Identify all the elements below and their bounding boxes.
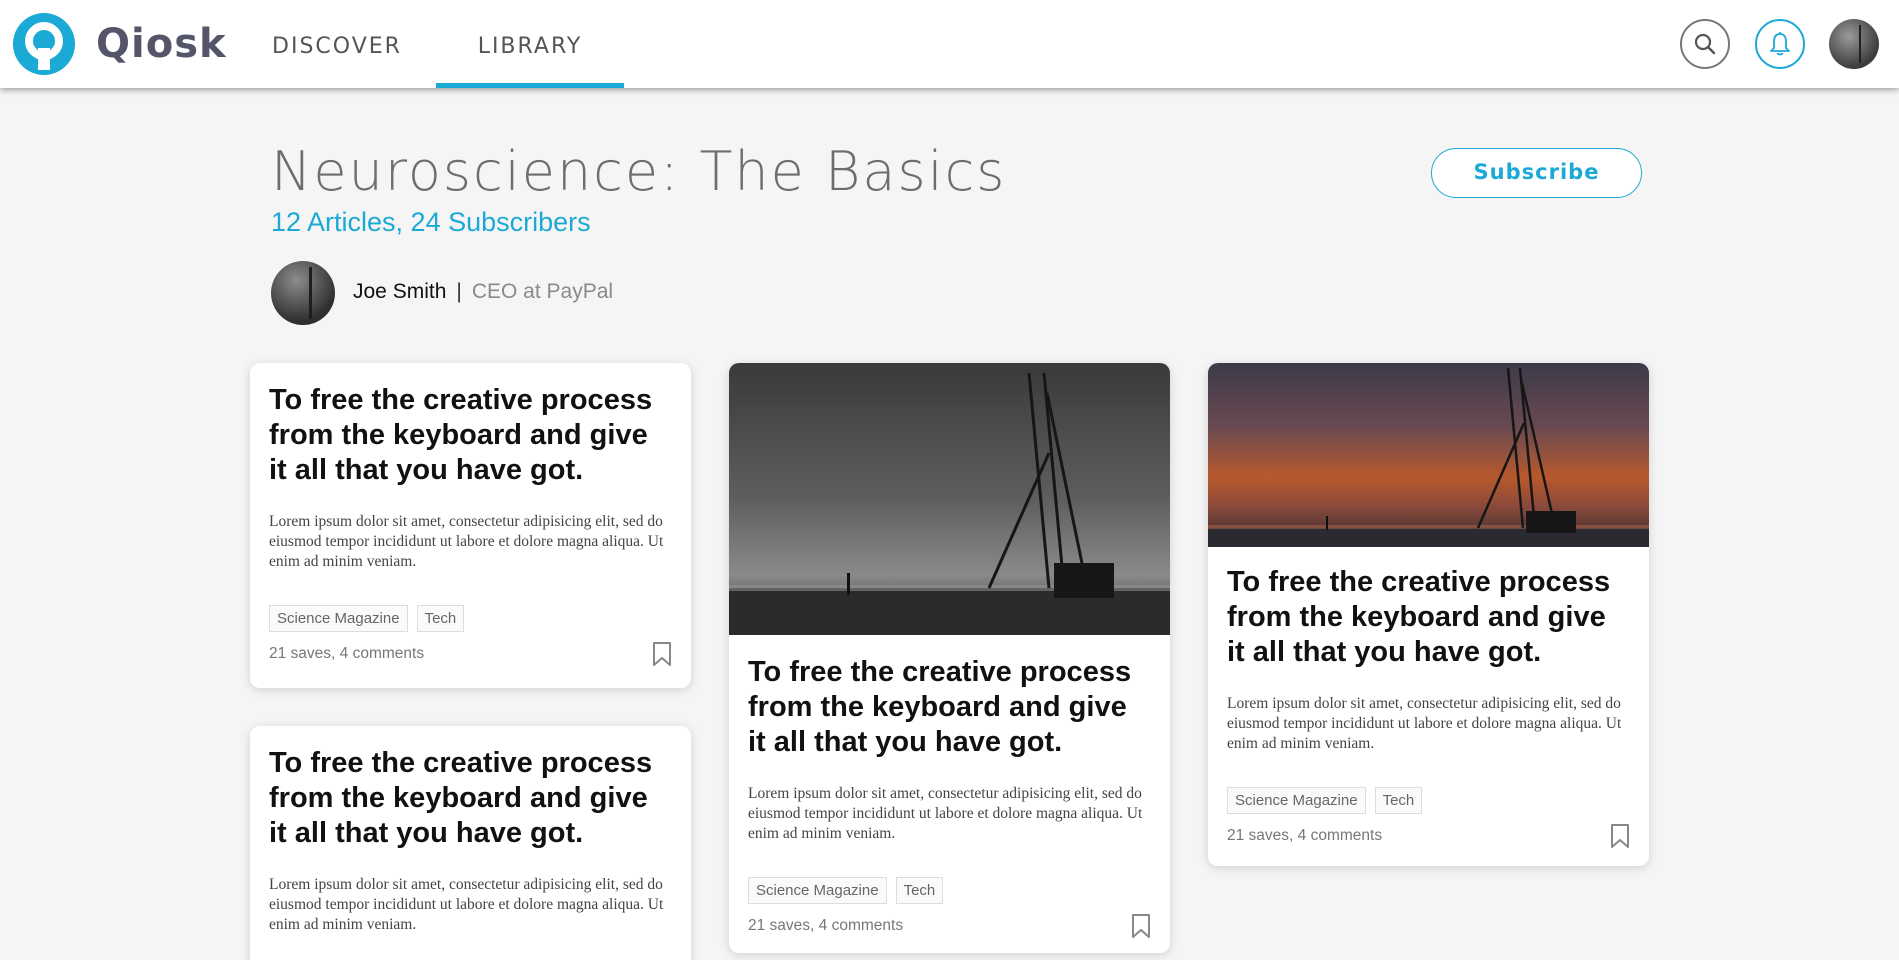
page-title: Neuroscience: The Basics xyxy=(271,140,1007,203)
bookmark-icon[interactable] xyxy=(1131,913,1151,939)
article-title[interactable]: To free the creative process from the ke… xyxy=(269,746,672,851)
article-meta: 21 saves, 4 comments xyxy=(748,913,1151,939)
article-card[interactable]: To free the creative process from the ke… xyxy=(1208,363,1649,866)
article-title[interactable]: To free the creative process from the ke… xyxy=(1227,565,1630,670)
tag-chip[interactable]: Tech xyxy=(895,877,944,904)
article-image[interactable] xyxy=(1208,363,1649,547)
author-role: CEO at PayPal xyxy=(471,280,614,303)
bookmark-icon[interactable] xyxy=(652,641,672,667)
tab-library[interactable]: LIBRARY xyxy=(436,0,624,88)
search-button[interactable] xyxy=(1680,19,1730,69)
brand-name: Qiosk xyxy=(96,21,227,67)
user-avatar[interactable] xyxy=(1829,19,1879,69)
qiosk-logo-icon xyxy=(13,13,75,75)
tag-list: Science Magazine Tech xyxy=(1227,787,1630,814)
article-excerpt: Lorem ipsum dolor sit amet, consectetur … xyxy=(748,785,1143,842)
tab-library-label: LIBRARY xyxy=(477,34,583,59)
tag-list: Science Magazine Tech xyxy=(269,605,672,632)
article-stats: 21 saves, 4 comments xyxy=(269,645,425,662)
article-title[interactable]: To free the creative process from the ke… xyxy=(269,383,672,488)
tag-chip[interactable]: Science Magazine xyxy=(748,877,887,904)
bell-icon xyxy=(1770,32,1790,56)
tag-list: Science Magazine Tech xyxy=(748,877,1151,904)
article-meta: 21 saves, 4 comments xyxy=(269,641,672,667)
notifications-button[interactable] xyxy=(1755,19,1805,69)
article-excerpt: Lorem ipsum dolor sit amet, consectetur … xyxy=(269,876,664,933)
article-card[interactable]: To free the creative process from the ke… xyxy=(729,363,1170,953)
active-tab-indicator xyxy=(436,83,624,88)
bookmark-icon[interactable] xyxy=(1610,823,1630,849)
tag-chip[interactable]: Science Magazine xyxy=(1227,787,1366,814)
collection-stats[interactable]: 12 Articles, 24 Subscribers xyxy=(271,207,591,238)
article-card[interactable]: To free the creative process from the ke… xyxy=(250,726,691,960)
author-separator: | xyxy=(456,280,462,303)
article-image[interactable] xyxy=(729,363,1170,635)
article-stats: 21 saves, 4 comments xyxy=(748,917,904,934)
article-meta: 21 saves, 4 comments xyxy=(1227,823,1630,849)
tag-chip[interactable]: Tech xyxy=(416,605,465,632)
article-card[interactable]: To free the creative process from the ke… xyxy=(250,363,691,688)
article-excerpt: Lorem ipsum dolor sit amet, consectetur … xyxy=(1227,695,1622,752)
subscribe-button[interactable]: Subscribe xyxy=(1431,148,1642,198)
article-excerpt: Lorem ipsum dolor sit amet, consectetur … xyxy=(269,513,664,570)
tag-chip[interactable]: Science Magazine xyxy=(269,605,408,632)
author-name[interactable]: Joe Smith xyxy=(353,280,446,304)
search-icon xyxy=(1694,33,1716,55)
article-stats: 21 saves, 4 comments xyxy=(1227,827,1383,844)
top-navigation-bar: Qiosk DISCOVER LIBRARY xyxy=(0,0,1899,88)
article-title[interactable]: To free the creative process from the ke… xyxy=(748,655,1151,760)
author-avatar[interactable] xyxy=(271,261,335,325)
tag-chip[interactable]: Tech xyxy=(1374,787,1423,814)
brand-logo[interactable]: Qiosk xyxy=(12,12,227,76)
tab-discover[interactable]: DISCOVER xyxy=(262,0,412,88)
author-info: Joe Smith | CEO at PayPal xyxy=(353,280,613,304)
